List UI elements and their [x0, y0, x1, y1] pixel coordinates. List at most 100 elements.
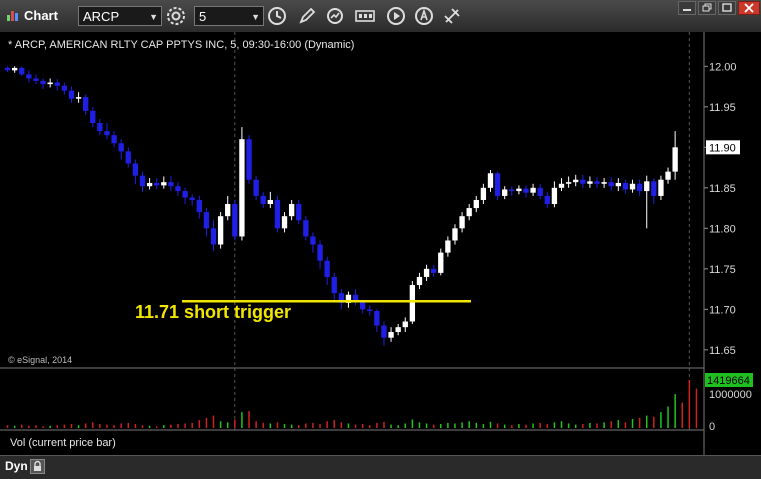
restore-icon[interactable] [698, 1, 716, 15]
candle-body [409, 285, 416, 322]
candle-body [537, 187, 543, 196]
crosshair-icon[interactable] [442, 6, 462, 26]
candle-body [303, 220, 309, 237]
candle-body [324, 260, 330, 277]
candle-body [111, 135, 117, 144]
candle-body [580, 179, 586, 184]
volume-panel-label: Vol (current price bar) [10, 437, 116, 449]
candle-body [445, 240, 451, 253]
candle-body [431, 268, 437, 273]
minimize-icon[interactable] [678, 1, 696, 15]
candle-body [104, 131, 110, 136]
price-tick-label: 11.85 [709, 183, 736, 195]
interval-value: 5 [199, 9, 207, 24]
candle-body [281, 216, 288, 229]
close-icon[interactable] [738, 1, 760, 15]
candle-body [125, 151, 131, 164]
candle-body [565, 182, 572, 184]
chevron-down-icon[interactable]: ▼ [149, 7, 158, 27]
candle-body [452, 228, 458, 241]
candle-body [573, 179, 579, 183]
candle-body [267, 199, 273, 205]
candle-body [68, 90, 75, 99]
candle-body [146, 182, 153, 187]
gear-icon[interactable] [166, 6, 186, 26]
candle-body [203, 212, 210, 229]
candle-body [310, 236, 316, 245]
candle-body [402, 321, 408, 328]
volume-tick-label: 0 [709, 421, 715, 433]
goto-icon[interactable] [354, 6, 378, 26]
price-chart[interactable]: 12.00 11.95 11.90 11.85 11.80 11.75 11.70 11.65… [0, 32, 761, 455]
candle-body [232, 204, 238, 237]
candle-body [658, 179, 664, 196]
candle-body [331, 276, 337, 294]
candle-body [26, 74, 32, 79]
candle-body [544, 195, 550, 205]
candle-body [530, 187, 536, 193]
candle-body [225, 204, 231, 217]
price-tick-label: 11.75 [709, 264, 736, 276]
symbol-value: ARCP [83, 9, 120, 24]
candle-body [182, 191, 188, 198]
candle-body [210, 228, 217, 245]
candle-body [288, 204, 295, 217]
candle-body [260, 195, 266, 205]
last-price-label: 11.90 [709, 142, 736, 154]
chevron-down-icon[interactable]: ▼ [251, 7, 260, 27]
candle-body [33, 78, 39, 81]
candle-body [381, 325, 387, 338]
candle-body [40, 80, 46, 85]
candle-body [4, 67, 11, 71]
candle-body [473, 199, 479, 209]
candle-body [615, 182, 621, 187]
candle-body [644, 181, 650, 192]
candle-body [416, 276, 423, 286]
candle-body [608, 182, 614, 187]
price-tick-label: 11.95 [709, 102, 736, 114]
candle-body [665, 171, 671, 180]
candle-body [239, 139, 245, 237]
candle-body [118, 143, 124, 152]
price-tick-label: 11.70 [709, 304, 736, 316]
candle-body [395, 327, 401, 333]
lock-icon[interactable] [30, 459, 45, 474]
refresh-icon[interactable] [325, 6, 345, 26]
chart-description: * ARCP, AMERICAN RLTY CAP PPTYS INC, 5, … [8, 39, 354, 51]
alert-icon[interactable] [414, 6, 434, 26]
candle-body [47, 82, 53, 85]
candle-body [168, 182, 174, 187]
candle-body [622, 182, 629, 190]
play-icon[interactable] [386, 6, 406, 26]
candle-body [253, 179, 259, 196]
candle-body [516, 188, 522, 192]
candle-body [75, 97, 82, 99]
volume-tick-label: 1000000 [709, 389, 752, 401]
interval-combo[interactable]: 5 ▼ [194, 6, 264, 26]
bottom-bar: Dyn [0, 455, 761, 479]
candle-body [19, 67, 25, 75]
price-tick-label: 12.00 [709, 61, 737, 73]
candle-body [480, 187, 487, 200]
last-price-badge: 11.90 [706, 140, 740, 155]
candle-body [423, 268, 430, 277]
candle-body [551, 187, 558, 205]
pencil-icon[interactable] [297, 6, 317, 26]
candle-body [296, 204, 302, 221]
window-title: Chart [24, 8, 58, 23]
title-bar: Chart ARCP ▼ 5 ▼ [0, 0, 761, 33]
candle-body [374, 310, 380, 326]
volume-value-label: 1419664 [707, 375, 750, 387]
candle-body [54, 82, 60, 86]
symbol-combo[interactable]: ARCP ▼ [78, 6, 162, 26]
candle-body [438, 252, 444, 273]
candle-body [154, 182, 160, 186]
trigger-annotation: 11.71 short trigger [135, 302, 291, 322]
candle-body [509, 189, 515, 192]
candle-body [601, 182, 607, 184]
maximize-icon[interactable] [718, 1, 736, 15]
candle-body [629, 183, 636, 190]
clock-icon[interactable] [267, 6, 287, 26]
price-tick-label: 11.80 [709, 223, 736, 235]
dyn-label[interactable]: Dyn [5, 459, 28, 473]
